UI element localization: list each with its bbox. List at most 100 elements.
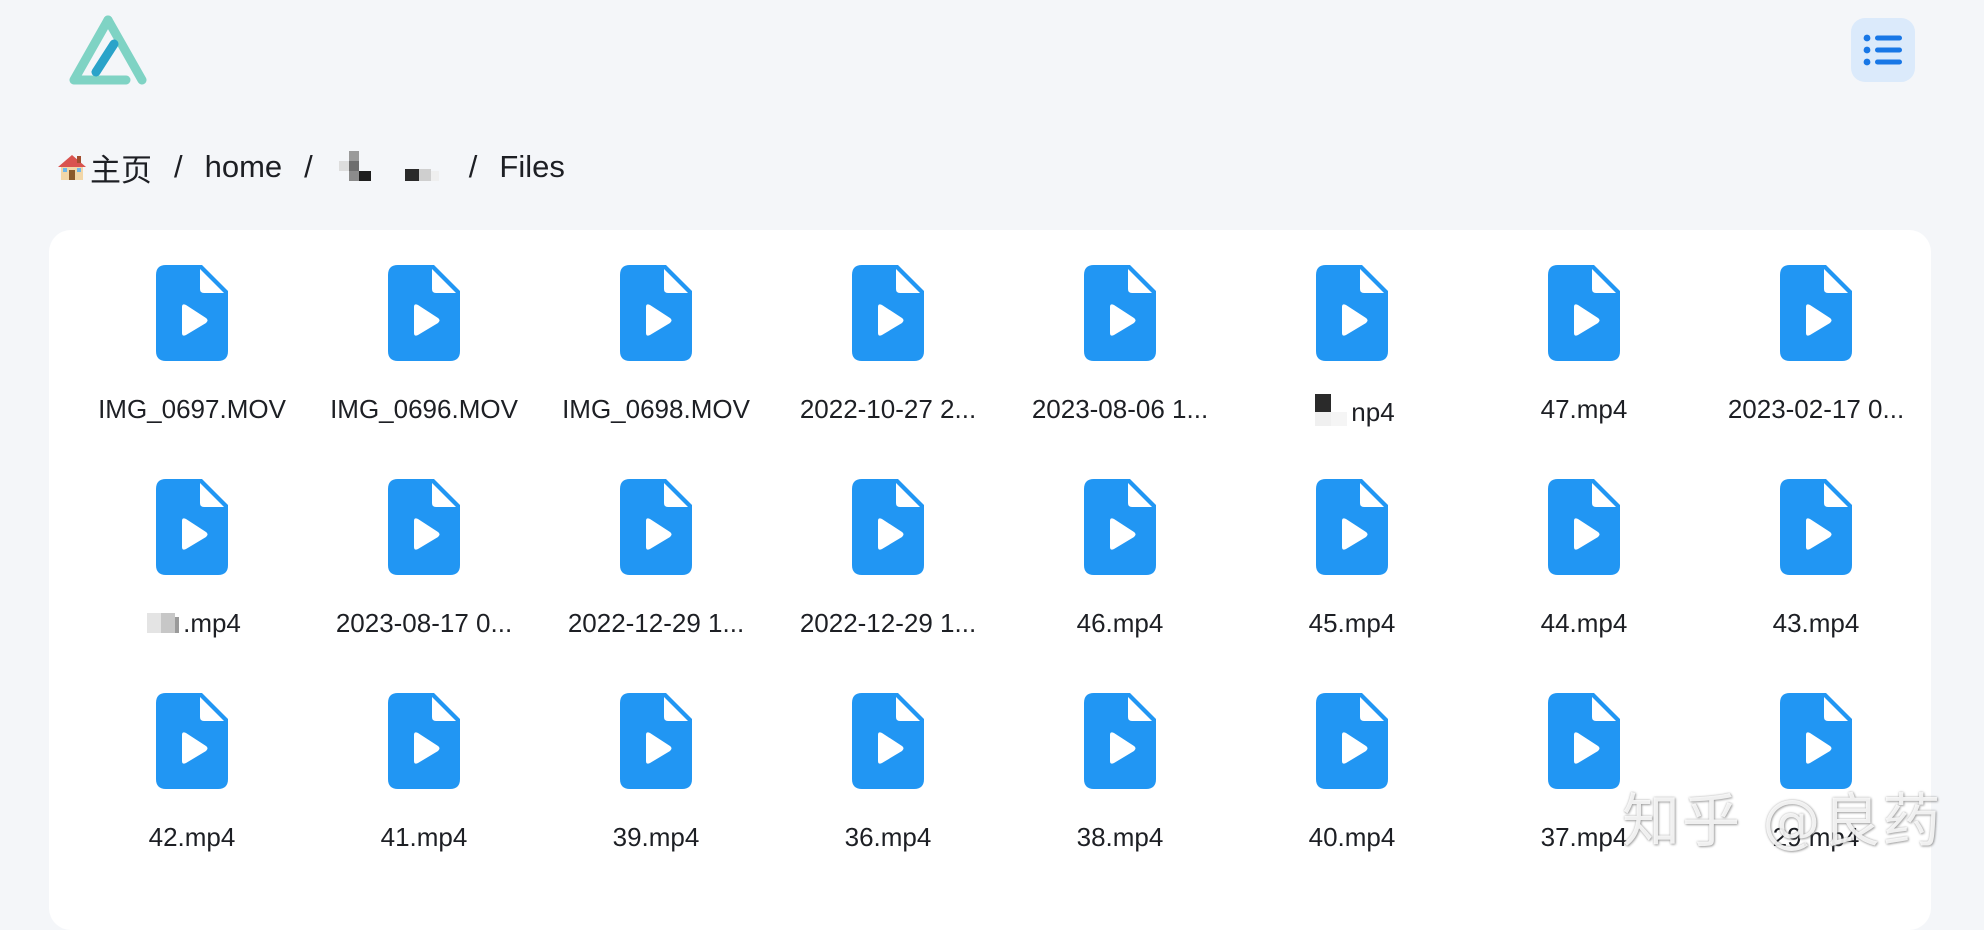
- file-item[interactable]: 42.mp4: [76, 688, 308, 902]
- video-file-icon: [388, 479, 460, 575]
- file-name-text: 2022-12-29 1...: [799, 608, 977, 638]
- breadcrumb: 主页 / home / / Files: [56, 142, 565, 192]
- file-name-text: 40.mp4: [1308, 822, 1396, 852]
- file-item[interactable]: 44.mp4: [1468, 474, 1700, 688]
- file-item[interactable]: 45.mp4: [1236, 474, 1468, 688]
- file-name: 40.mp4: [1309, 820, 1396, 854]
- video-file-icon: [620, 265, 692, 361]
- file-name-text: IMG_0696.MOV: [330, 394, 518, 424]
- file-name-text: 46.mp4: [1076, 608, 1164, 638]
- file-name-text: IMG_0698.MOV: [562, 394, 750, 424]
- file-name: 2023-08-06 1...: [1032, 392, 1208, 426]
- video-file-icon: [1548, 693, 1620, 789]
- list-view-button[interactable]: [1851, 18, 1915, 82]
- file-item[interactable]: 2022-12-29 1...: [772, 474, 1004, 688]
- video-file-icon: [620, 479, 692, 575]
- file-name: 2022-10-27 2...: [800, 392, 976, 426]
- video-file-icon: [388, 693, 460, 789]
- redacted-pixel-block: [338, 151, 439, 181]
- video-file-icon: [1780, 479, 1852, 575]
- file-name: 2022-12-29 1...: [800, 606, 976, 640]
- file-name: 37.mp4: [1541, 820, 1628, 854]
- file-name: 2022-12-29 1...: [568, 606, 744, 640]
- file-name-text: 43.mp4: [1772, 608, 1860, 638]
- video-file-icon: [1084, 265, 1156, 361]
- file-name: 44.mp4: [1541, 606, 1628, 640]
- house-emoji-icon: [58, 155, 86, 180]
- redacted-pixel-block: [1315, 394, 1348, 426]
- file-name: 2023-08-17 0...: [336, 606, 512, 640]
- file-name: IMG_0696.MOV: [330, 392, 518, 426]
- file-name: 42.mp4: [149, 820, 236, 854]
- breadcrumb-home[interactable]: 主页: [56, 145, 152, 190]
- file-item[interactable]: 41.mp4: [308, 688, 540, 902]
- video-file-icon: [1084, 693, 1156, 789]
- breadcrumb-home-dir[interactable]: home: [205, 149, 283, 185]
- file-name-text: 36.mp4: [844, 822, 932, 852]
- file-item[interactable]: .mp4: [76, 474, 308, 688]
- file-item[interactable]: IMG_0696.MOV: [308, 260, 540, 474]
- video-file-icon: [1780, 265, 1852, 361]
- video-file-icon: [852, 693, 924, 789]
- file-name-text: 38.mp4: [1076, 822, 1164, 852]
- video-file-icon: [388, 265, 460, 361]
- file-name: IMG_0697.MOV: [98, 392, 286, 426]
- file-name: 39.mp4: [613, 820, 700, 854]
- video-file-icon: [1316, 479, 1388, 575]
- file-item[interactable]: 40.mp4: [1236, 688, 1468, 902]
- file-name: 41.mp4: [381, 820, 468, 854]
- breadcrumb-separator: /: [304, 149, 313, 184]
- video-file-icon: [1316, 265, 1388, 361]
- redacted-pixel-block: [147, 613, 180, 633]
- breadcrumb-separator: /: [174, 149, 183, 184]
- file-item[interactable]: 2022-10-27 2...: [772, 260, 1004, 474]
- file-item[interactable]: 36.mp4: [772, 688, 1004, 902]
- file-item[interactable]: 2023-08-06 1...: [1004, 260, 1236, 474]
- file-name: 36.mp4: [845, 820, 932, 854]
- file-name-text: 37.mp4: [1540, 822, 1628, 852]
- file-name-text: 2023-08-06 1...: [1031, 394, 1209, 424]
- file-name: 43.mp4: [1773, 606, 1860, 640]
- file-name-text: 2023-08-17 0...: [335, 608, 513, 638]
- video-file-icon: [1548, 479, 1620, 575]
- breadcrumb-redacted-user[interactable]: [335, 147, 447, 187]
- file-item[interactable]: IMG_0698.MOV: [540, 260, 772, 474]
- file-item[interactable]: 2022-12-29 1...: [540, 474, 772, 688]
- file-name-text: 2022-12-29 1...: [567, 608, 745, 638]
- app-logo-icon[interactable]: [66, 14, 150, 88]
- file-name: np4: [1309, 392, 1395, 432]
- breadcrumb-current-files[interactable]: Files: [499, 149, 564, 185]
- file-item[interactable]: 46.mp4: [1004, 474, 1236, 688]
- file-name-text: 2023-02-17 0...: [1727, 394, 1905, 424]
- file-item[interactable]: 43.mp4: [1700, 474, 1932, 688]
- file-name-text: IMG_0697.MOV: [98, 394, 286, 424]
- file-name-text: 45.mp4: [1308, 608, 1396, 638]
- file-item[interactable]: 47.mp4: [1468, 260, 1700, 474]
- file-item[interactable]: 39.mp4: [540, 688, 772, 902]
- video-file-icon: [852, 479, 924, 575]
- file-name-text: 39.mp4: [612, 822, 700, 852]
- file-item[interactable]: IMG_0697.MOV: [76, 260, 308, 474]
- file-name-text: 47.mp4: [1540, 394, 1628, 424]
- video-file-icon: [156, 693, 228, 789]
- file-name-text: .mp4: [183, 608, 241, 638]
- video-file-icon: [156, 265, 228, 361]
- video-file-icon: [1084, 479, 1156, 575]
- file-item[interactable]: np4: [1236, 260, 1468, 474]
- file-item[interactable]: 38.mp4: [1004, 688, 1236, 902]
- file-name: 47.mp4: [1541, 392, 1628, 426]
- video-file-icon: [852, 265, 924, 361]
- video-file-icon: [156, 479, 228, 575]
- file-item[interactable]: 2023-08-17 0...: [308, 474, 540, 688]
- file-name-text: 41.mp4: [380, 822, 468, 852]
- file-name-text: 44.mp4: [1540, 608, 1628, 638]
- video-file-icon: [1548, 265, 1620, 361]
- breadcrumb-separator: /: [468, 149, 478, 184]
- file-name: 45.mp4: [1309, 606, 1396, 640]
- watermark: 知乎 @良药: [1622, 787, 1943, 855]
- top-bar: [0, 0, 1984, 110]
- file-name: 46.mp4: [1077, 606, 1164, 640]
- list-view-icon: [1863, 34, 1902, 66]
- file-item[interactable]: 2023-02-17 0...: [1700, 260, 1932, 474]
- video-file-icon: [1316, 693, 1388, 789]
